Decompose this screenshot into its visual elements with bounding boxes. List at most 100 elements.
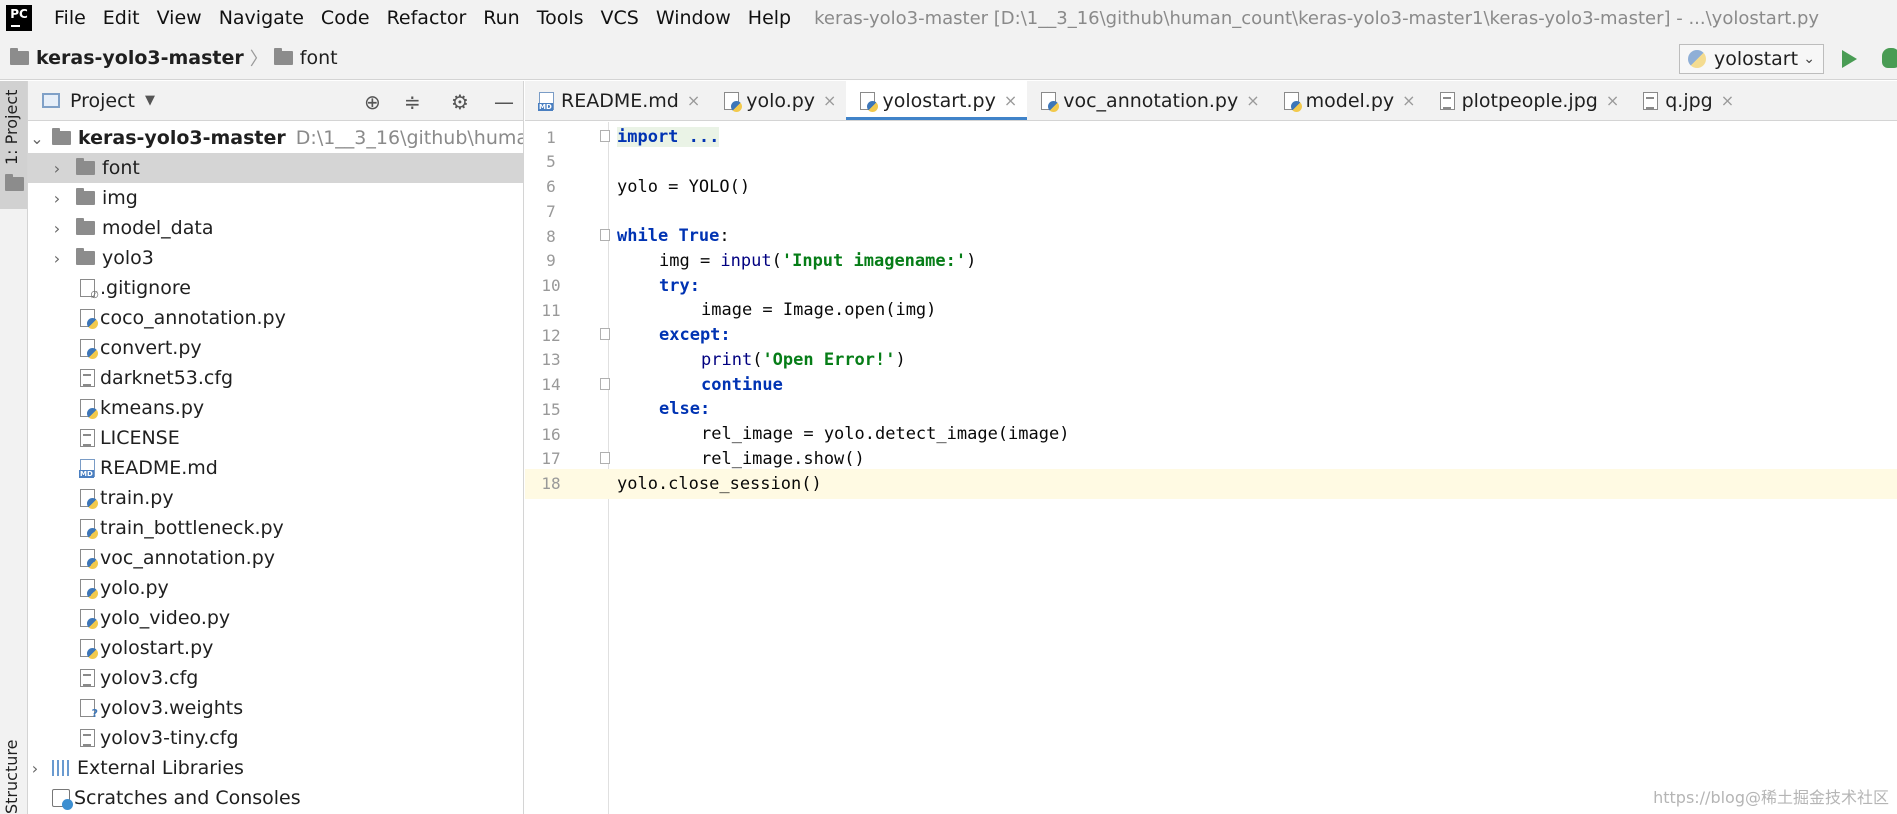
fold-marker-icon[interactable] xyxy=(600,328,610,340)
tree-item-model-data[interactable]: › model_data xyxy=(28,213,523,243)
close-icon[interactable]: × xyxy=(1721,91,1734,110)
close-icon[interactable]: × xyxy=(1246,91,1259,110)
structure-tool-button[interactable]: Structure xyxy=(2,714,21,814)
code-text: rel_image.show() xyxy=(701,448,865,469)
menu-item-refactor[interactable]: Refactor xyxy=(379,7,476,29)
menu-item-edit[interactable]: Edit xyxy=(95,7,149,29)
tree-item-kmeans-py[interactable]: kmeans.py xyxy=(28,393,523,423)
tree-row-content: voc_annotation.py xyxy=(80,547,275,569)
breadcrumb-child[interactable]: font xyxy=(273,47,338,69)
menu-item-help[interactable]: Help xyxy=(740,7,800,29)
tab-q-jpg[interactable]: q.jpg × xyxy=(1629,81,1744,120)
menu-items: File Edit View Navigate Code Refactor Run Tools… xyxy=(46,7,800,29)
tab-readme-md[interactable]: README.md × xyxy=(525,81,710,120)
tree-item-darknet53-cfg[interactable]: darknet53.cfg xyxy=(28,363,523,393)
tree-item-convert-py[interactable]: convert.py xyxy=(28,333,523,363)
collapse-all-icon[interactable]: ≑ xyxy=(404,90,421,114)
tree-item-root[interactable]: ⌄ keras-yolo3-master D:\1__3_16\github\hum… xyxy=(28,123,523,153)
code-editor[interactable]: 1 import ... 5 6 yolo = YOLO() 7 8 while True: 9… xyxy=(525,122,1897,814)
tab-yolo-py[interactable]: yolo.py × xyxy=(710,81,846,120)
caret-down-icon[interactable]: ▼ xyxy=(145,93,155,108)
breadcrumb-root[interactable]: keras-yolo3-master xyxy=(10,47,244,69)
close-icon[interactable]: × xyxy=(1606,91,1619,110)
tree-item-yolo3[interactable]: › yolo3 xyxy=(28,243,523,273)
chevron-right-icon[interactable]: › xyxy=(50,159,64,178)
chevron-right-icon[interactable]: › xyxy=(50,249,64,268)
menu-item-navigate[interactable]: Navigate xyxy=(211,7,313,29)
chevron-down-icon[interactable]: ⌄ xyxy=(30,129,44,148)
menu-item-file[interactable]: File xyxy=(46,7,95,29)
menu-item-run[interactable]: Run xyxy=(475,7,528,29)
tree-item-license[interactable]: LICENSE xyxy=(28,423,523,453)
python-file-icon xyxy=(1283,91,1302,112)
chevron-right-icon[interactable]: › xyxy=(50,219,64,238)
fold-marker-icon[interactable] xyxy=(600,377,610,390)
tree-item-readme-md[interactable]: README.md xyxy=(28,453,523,483)
python-file-icon xyxy=(80,519,98,539)
menu-item-window[interactable]: Window xyxy=(648,7,740,29)
tree-item-label: font xyxy=(102,157,140,179)
tree-item-yolo-video-py[interactable]: yolo_video.py xyxy=(28,603,523,633)
tab-model-py[interactable]: model.py × xyxy=(1270,81,1426,120)
tab-yolostart-py[interactable]: yolostart.py × xyxy=(846,81,1028,120)
close-icon[interactable]: × xyxy=(823,91,836,110)
tab-voc-annotation-py[interactable]: voc_annotation.py × xyxy=(1027,81,1269,120)
gear-icon[interactable]: ⚙ xyxy=(451,90,469,114)
tree-item-label: train_bottleneck.py xyxy=(100,517,284,539)
tree-item-font[interactable]: › font xyxy=(28,153,523,183)
fold-marker-icon[interactable] xyxy=(600,130,610,142)
chevron-right-icon[interactable]: › xyxy=(28,759,42,778)
chevron-down-icon: ⌄ xyxy=(1803,51,1815,67)
tree-item-coco-annotation-py[interactable]: coco_annotation.py xyxy=(28,303,523,333)
tree-item-voc-annotation-py[interactable]: voc_annotation.py xyxy=(28,543,523,573)
menu-item-view[interactable]: View xyxy=(149,7,211,29)
tree-item-yolo-py[interactable]: yolo.py xyxy=(28,573,523,603)
project-tool-button[interactable]: 1: Project xyxy=(0,81,27,209)
tree-item-yolov3-weights[interactable]: yolov3.weights xyxy=(28,693,523,723)
menu-item-vcs[interactable]: VCS xyxy=(593,7,648,29)
tree-item-yolov3-tiny-cfg[interactable]: yolov3-tiny.cfg xyxy=(28,723,523,753)
tree-item-external-libraries[interactable]: › External Libraries xyxy=(28,753,523,783)
menu-item-code[interactable]: Code xyxy=(313,7,379,29)
tree-item-yolostart-py[interactable]: yolostart.py xyxy=(28,633,523,663)
python-file-icon xyxy=(80,639,98,659)
fold-marker-icon[interactable] xyxy=(600,451,610,464)
tab-plotpeople-jpg[interactable]: plotpeople.jpg × xyxy=(1426,81,1630,120)
tree-item-label: train.py xyxy=(100,487,174,509)
tree-item-scratches-and-consoles[interactable]: Scratches and Consoles xyxy=(28,783,523,813)
tree-item-label: img xyxy=(102,187,138,209)
run-configuration-label: yolostart xyxy=(1714,48,1799,70)
line-number: 12 xyxy=(541,325,561,345)
tree-item-gitignore[interactable]: .gitignore xyxy=(28,273,523,303)
tree-item-train-bottleneck-py[interactable]: train_bottleneck.py xyxy=(28,513,523,543)
line-number: 9 xyxy=(546,251,556,271)
image-file-icon xyxy=(1643,91,1659,110)
python-file-icon xyxy=(860,91,879,112)
debug-button[interactable] xyxy=(1882,48,1897,68)
chevron-right-icon[interactable]: › xyxy=(50,189,64,208)
run-button[interactable] xyxy=(1842,50,1857,68)
run-configuration-dropdown[interactable]: yolostart ⌄ xyxy=(1679,44,1824,74)
line-number: 11 xyxy=(541,300,561,320)
tree-row-content: darknet53.cfg xyxy=(80,367,233,389)
locate-icon[interactable]: ⊕ xyxy=(364,90,381,114)
tree-item-train-py[interactable]: train.py xyxy=(28,483,523,513)
hide-icon[interactable]: — xyxy=(494,90,514,114)
close-icon[interactable]: × xyxy=(1402,91,1415,110)
code-text: yolo = YOLO() xyxy=(617,176,751,197)
menu-item-tools[interactable]: Tools xyxy=(529,7,593,29)
tree-item-img[interactable]: › img xyxy=(28,183,523,213)
code-line[interactable]: 18 yolo.close_session() xyxy=(525,468,1897,499)
close-icon[interactable]: × xyxy=(1004,91,1017,110)
tree-item-label: yolov3.cfg xyxy=(100,667,199,689)
tree-row-content: font xyxy=(76,157,140,179)
close-icon[interactable]: × xyxy=(687,91,700,110)
text-file-icon xyxy=(80,429,95,447)
pycharm-logo-icon: PC xyxy=(6,5,32,31)
tree-item-label: voc_annotation.py xyxy=(100,547,275,569)
python-file-icon xyxy=(1041,91,1060,112)
tree-item-yolov3-cfg[interactable]: yolov3.cfg xyxy=(28,663,523,693)
folder-icon xyxy=(52,128,71,145)
project-panel-title[interactable]: Project xyxy=(70,90,135,112)
fold-marker-icon[interactable] xyxy=(600,229,610,241)
